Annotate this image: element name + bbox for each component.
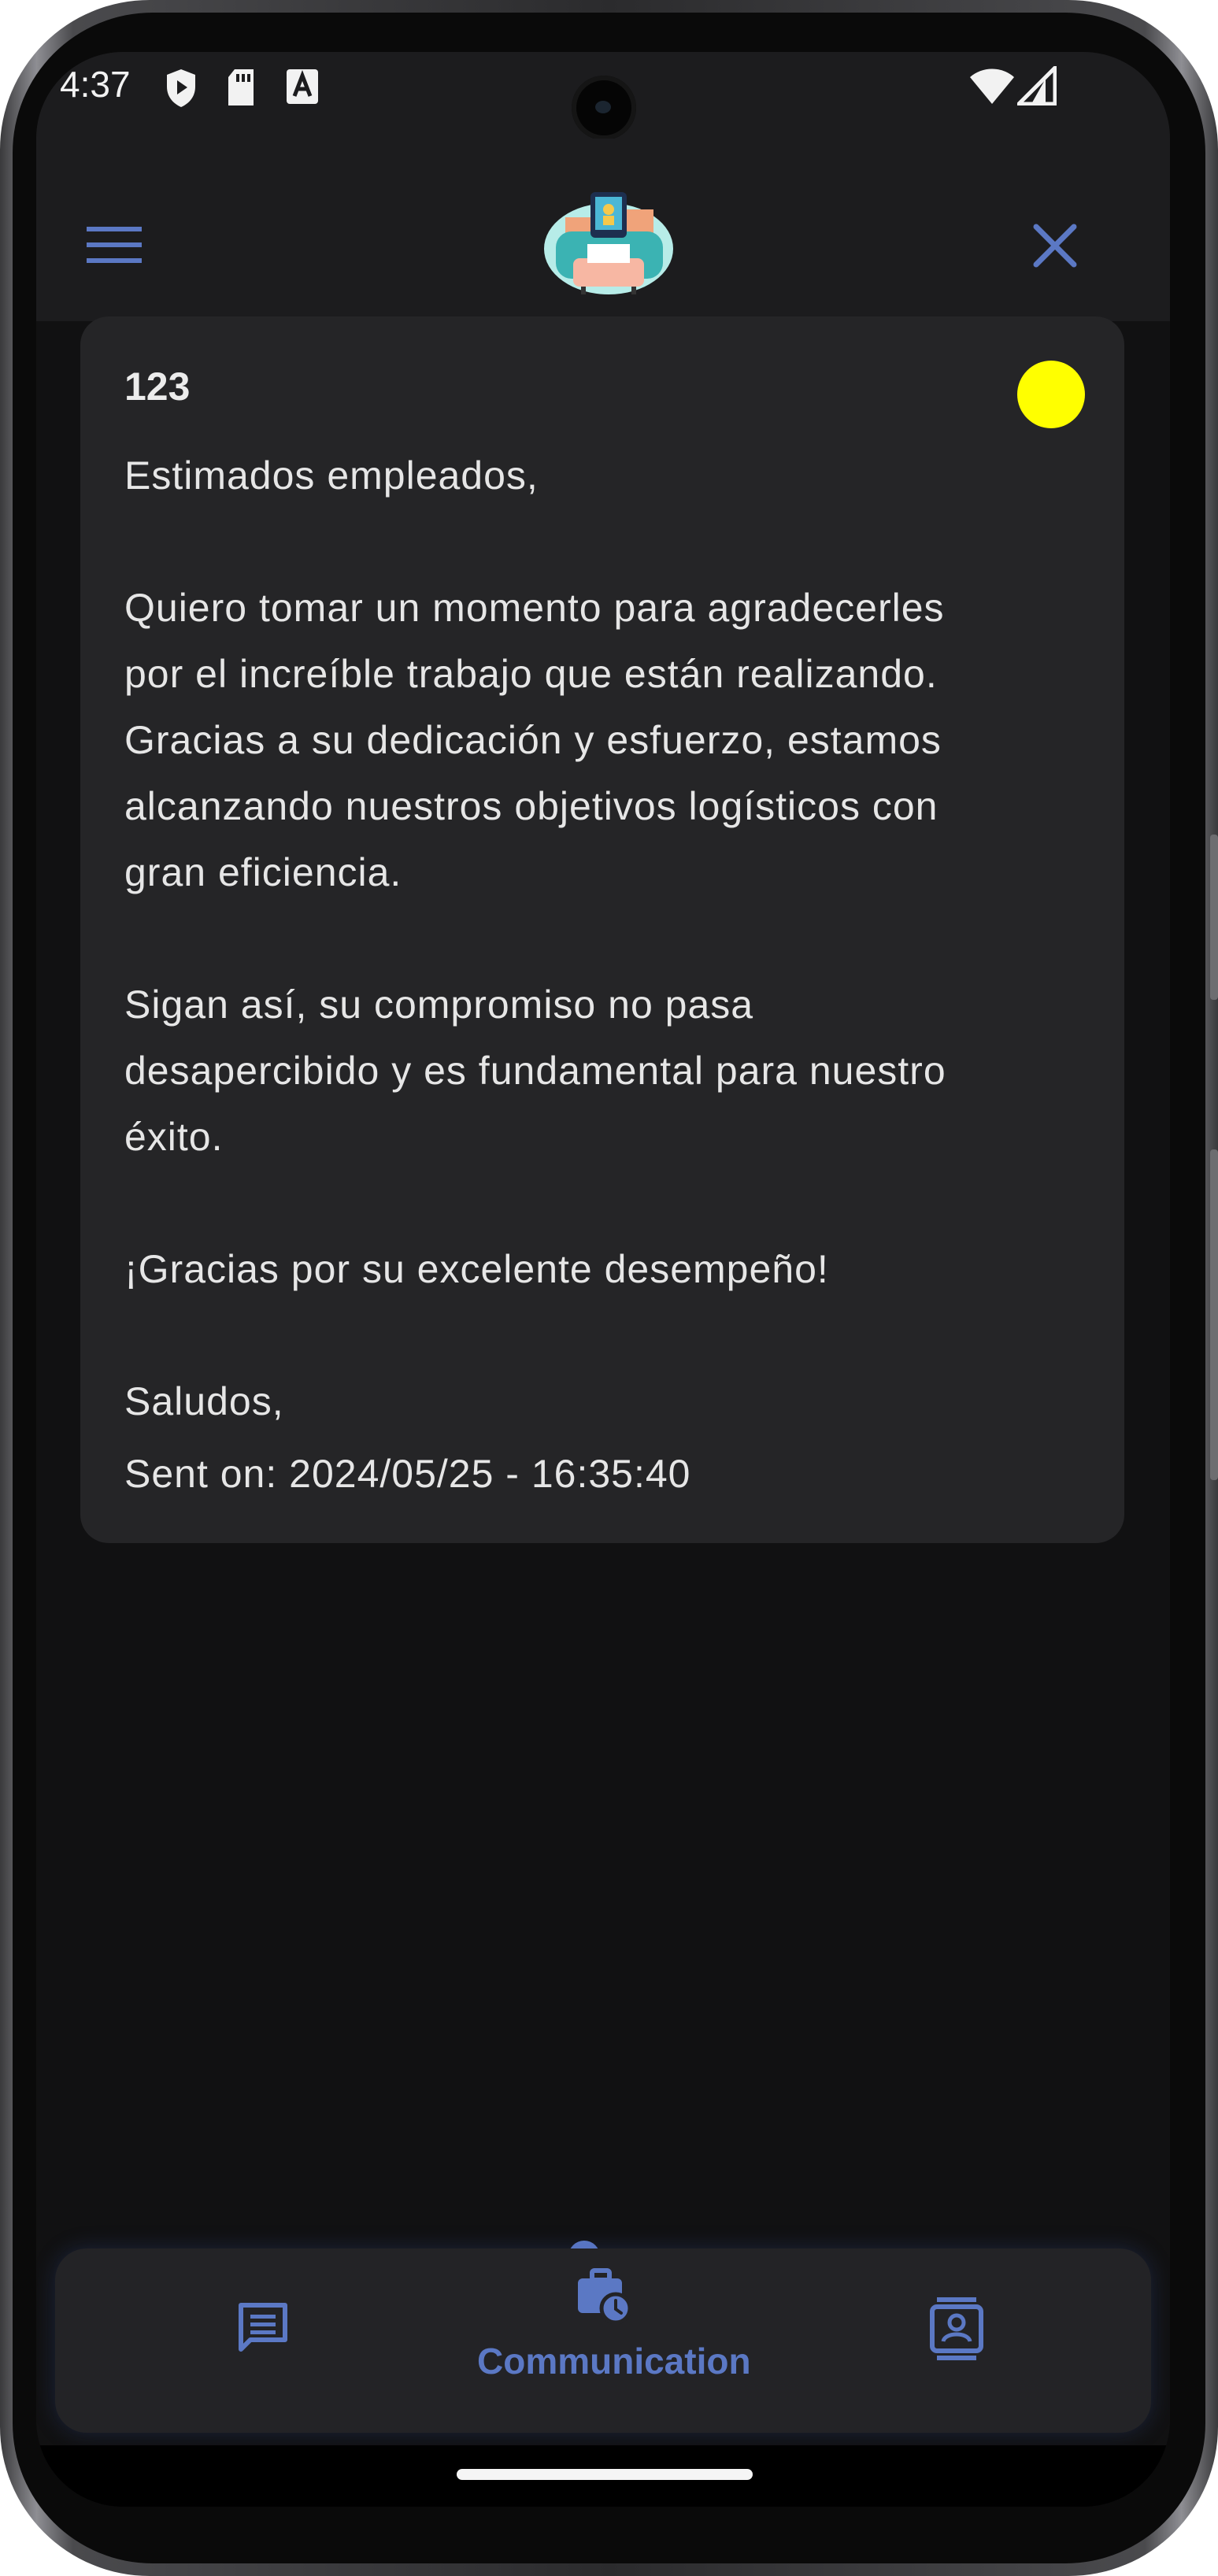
- font-a-icon: [287, 69, 318, 104]
- nav-item-chat[interactable]: [165, 2248, 402, 2433]
- message-line: Quiero tomar un momento para agradecerle…: [124, 586, 945, 630]
- home-indicator[interactable]: [457, 2469, 753, 2480]
- briefcase-clock-icon: [578, 2268, 631, 2324]
- message-sent-on: Sent on: 2024/05/25 - 16:35:40: [124, 1452, 691, 1496]
- message-body: Estimados empleados, Quiero tomar un mom…: [124, 442, 1101, 1507]
- status-time: 4:37: [60, 64, 131, 105]
- message-card[interactable]: 123 Estimados empleados, Quiero tomar un…: [80, 316, 1124, 1543]
- nav-label-communication: Communication: [477, 2341, 751, 2382]
- app-bar: [36, 139, 1170, 321]
- power-button: [1210, 1149, 1218, 1480]
- phone-frame: 4:37 123 Estimados empleados, Quiero tom…: [0, 0, 1218, 2576]
- message-title: 123: [124, 365, 191, 409]
- nav-item-communication[interactable]: Communication: [477, 2248, 751, 2433]
- message-greeting: Estimados empleados,: [124, 453, 539, 498]
- sd-card-icon: [228, 69, 254, 105]
- shield-play-icon: [167, 69, 195, 107]
- screen: 4:37 123 Estimados empleados, Quiero tom…: [36, 52, 1170, 2507]
- message-line: por el increíble trabajo que están reali…: [124, 652, 938, 696]
- message-line: Gracias a su dedicación y esfuerzo, esta…: [124, 718, 942, 762]
- message-line: gran eficiencia.: [124, 850, 402, 894]
- message-line: éxito.: [124, 1115, 224, 1159]
- message-line: desapercibido y es fundamental para nues…: [124, 1049, 946, 1093]
- message-line: Sigan así, su compromiso no pasa: [124, 983, 754, 1027]
- message-signoff: Saludos,: [124, 1379, 284, 1423]
- app-logo: [544, 192, 673, 294]
- contact-card-icon: [930, 2297, 983, 2360]
- unread-indicator: [1017, 361, 1085, 428]
- front-camera: [572, 76, 636, 140]
- close-icon[interactable]: [1030, 220, 1080, 271]
- signal-icon: [1017, 66, 1057, 105]
- hamburger-menu-icon[interactable]: [87, 225, 142, 265]
- bottom-navigation: Communication: [55, 2248, 1151, 2433]
- wifi-icon: [970, 68, 1014, 104]
- message-line: alcanzando nuestros objetivos logísticos…: [124, 784, 938, 828]
- chat-message-icon: [239, 2303, 287, 2352]
- nav-item-contacts[interactable]: [842, 2248, 1079, 2433]
- message-closing-thanks: ¡Gracias por su excelente desempeño!: [124, 1247, 829, 1291]
- volume-button: [1210, 835, 1218, 1000]
